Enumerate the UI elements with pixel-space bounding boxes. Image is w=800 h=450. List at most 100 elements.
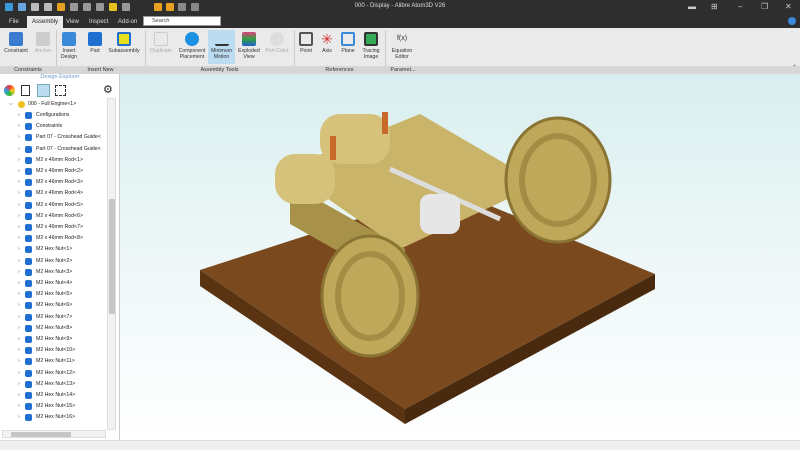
tree-item[interactable]: › M2 Hex Nut<7>	[0, 312, 108, 323]
tree-item[interactable]: › M2 Hex Nut<4>	[0, 278, 108, 289]
chevron-right-icon[interactable]: ›	[18, 401, 20, 412]
chevron-right-icon[interactable]: ›	[18, 244, 20, 255]
chevron-right-icon[interactable]: ›	[18, 312, 20, 323]
chevron-right-icon[interactable]: ›	[18, 345, 20, 356]
tree-icon[interactable]	[55, 85, 66, 96]
chevron-right-icon[interactable]: ›	[18, 300, 20, 311]
tree-item[interactable]: › M2 x 46mm Rod<1>	[0, 155, 108, 166]
tree-item[interactable]: › M2 x 46mm Rod<3>	[0, 177, 108, 188]
configurations-icon	[25, 112, 32, 119]
chevron-right-icon[interactable]: ›	[18, 166, 20, 177]
chevron-right-icon[interactable]: ›	[18, 110, 20, 121]
color-wheel-icon[interactable]	[4, 85, 15, 96]
tab-file[interactable]: File	[4, 16, 24, 28]
chevron-right-icon[interactable]: ›	[18, 289, 20, 300]
component-placement-button[interactable]: Component Placement	[176, 30, 208, 64]
axis-button[interactable]: ✳ Axis	[318, 30, 336, 64]
chevron-right-icon[interactable]: ›	[18, 278, 20, 289]
minimum-motion-button[interactable]: Minimum Motion	[208, 30, 235, 64]
chevron-right-icon[interactable]: ›	[18, 256, 20, 267]
tracing-image-button[interactable]: Tracing Image	[359, 30, 383, 64]
3d-viewport[interactable]	[120, 74, 800, 440]
engine-model[interactable]	[120, 74, 800, 440]
tree-item[interactable]: › M2 Hex Nut<11>	[0, 356, 108, 367]
tree-item[interactable]: › M2 x 46mm Rod<7>	[0, 222, 108, 233]
tab-inspect[interactable]: Inspect	[84, 16, 113, 28]
tree-item[interactable]: › M2 x 46mm Rod<5>	[0, 200, 108, 211]
horizontal-scrollbar[interactable]	[2, 430, 106, 438]
tab-view[interactable]: View	[61, 16, 84, 28]
tree-item[interactable]: › Part 07 - Crosshead Guide<	[0, 144, 108, 155]
tree-item[interactable]: › M2 Hex Nut<14>	[0, 390, 108, 401]
chevron-right-icon[interactable]: ›	[18, 132, 20, 143]
tree-item[interactable]: › M2 Hex Nut<1>	[0, 244, 108, 255]
tree-item[interactable]: › M2 Hex Nut<13>	[0, 379, 108, 390]
tree-item[interactable]: › Part 07 - Crosshead Guide<	[0, 132, 108, 143]
chevron-right-icon[interactable]: ›	[18, 144, 20, 155]
help-icon[interactable]	[788, 17, 796, 25]
tree-item[interactable]: › M2 x 46mm Rod<8>	[0, 233, 108, 244]
tree-item[interactable]: › Constraints	[0, 121, 108, 132]
chevron-right-icon[interactable]: ›	[18, 222, 20, 233]
scrollbar-thumb[interactable]	[109, 199, 115, 314]
chevron-right-icon[interactable]: ›	[18, 177, 20, 188]
chevron-right-icon[interactable]: ›	[18, 323, 20, 334]
tree-item[interactable]: › M2 Hex Nut<8>	[0, 323, 108, 334]
anchor-button[interactable]: Anchor	[32, 30, 54, 64]
search-input[interactable]: Search	[143, 16, 221, 26]
chevron-right-icon[interactable]: ›	[18, 233, 20, 244]
constraint-button[interactable]: Constraint	[2, 30, 30, 64]
duplicate-button[interactable]: Duplicate	[148, 30, 174, 64]
tree-item[interactable]: › M2 Hex Nut<10>	[0, 345, 108, 356]
tree-item[interactable]: › M2 Hex Nut<6>	[0, 300, 108, 311]
minimize-icon[interactable]: –	[738, 2, 742, 11]
layout-icon[interactable]: ⊞	[711, 2, 718, 11]
cylinder	[275, 154, 335, 204]
tree-root[interactable]: ⌵ 000 - Full Engine<1>	[0, 99, 108, 110]
subassembly-button[interactable]: Subassembly	[106, 30, 142, 64]
point-button[interactable]: Point	[297, 30, 315, 64]
chevron-right-icon[interactable]: ›	[18, 211, 20, 222]
part-button[interactable]: Part	[85, 30, 105, 64]
tree-item[interactable]: › M2 Hex Nut<12>	[0, 368, 108, 379]
tree-item[interactable]: › M2 Hex Nut<3>	[0, 267, 108, 278]
part-color-button[interactable]: Part Color	[263, 30, 291, 64]
chevron-right-icon[interactable]: ›	[18, 155, 20, 166]
chevron-right-icon[interactable]: ›	[18, 368, 20, 379]
equation-editor-button[interactable]: f(x) Equation Editor	[388, 30, 416, 64]
chevron-right-icon[interactable]: ›	[18, 390, 20, 401]
design-explorer-title: Design Explorer	[40, 74, 80, 80]
vertical-scrollbar[interactable]	[107, 98, 116, 430]
chevron-right-icon[interactable]: ›	[18, 267, 20, 278]
chevron-right-icon[interactable]: ›	[18, 412, 20, 423]
tree-item[interactable]: › M2 Hex Nut<16>	[0, 412, 108, 423]
plane-button[interactable]: Plane	[339, 30, 357, 64]
chevron-down-icon[interactable]: ⌵	[9, 99, 13, 110]
exploded-view-button[interactable]: Exploded View	[236, 30, 262, 64]
tab-add-on[interactable]: Add-on	[113, 16, 142, 28]
chevron-right-icon[interactable]: ›	[18, 200, 20, 211]
tree-item[interactable]: › M2 Hex Nut<5>	[0, 289, 108, 300]
properties-icon[interactable]	[21, 85, 30, 96]
tree-item[interactable]: › M2 Hex Nut<2>	[0, 256, 108, 267]
chevron-right-icon[interactable]: ›	[18, 334, 20, 345]
view-icon[interactable]	[37, 84, 50, 97]
tree-item[interactable]: › Configurations	[0, 110, 108, 121]
restore-icon[interactable]: ❐	[761, 2, 768, 11]
tree-item[interactable]: › M2 Hex Nut<15>	[0, 401, 108, 412]
chevron-right-icon[interactable]: ›	[18, 188, 20, 199]
tree-item[interactable]: › M2 x 46mm Rod<4>	[0, 188, 108, 199]
tree-item[interactable]: › M2 x 46mm Rod<6>	[0, 211, 108, 222]
scrollbar-thumb[interactable]	[11, 432, 71, 437]
user-icon[interactable]: ▬	[688, 2, 696, 11]
gear-icon[interactable]: ⚙	[103, 83, 113, 96]
tree-item[interactable]: › M2 x 46mm Rod<2>	[0, 166, 108, 177]
chevron-right-icon[interactable]: ›	[18, 356, 20, 367]
insert-design-button[interactable]: Insert Design	[58, 30, 80, 64]
chevron-right-icon[interactable]: ›	[18, 121, 20, 132]
part-icon	[25, 201, 32, 209]
tab-assembly[interactable]: Assembly	[27, 16, 64, 28]
chevron-right-icon[interactable]: ›	[18, 379, 20, 390]
tree-item[interactable]: › M2 Hex Nut<9>	[0, 334, 108, 345]
close-icon[interactable]: ✕	[785, 2, 792, 11]
